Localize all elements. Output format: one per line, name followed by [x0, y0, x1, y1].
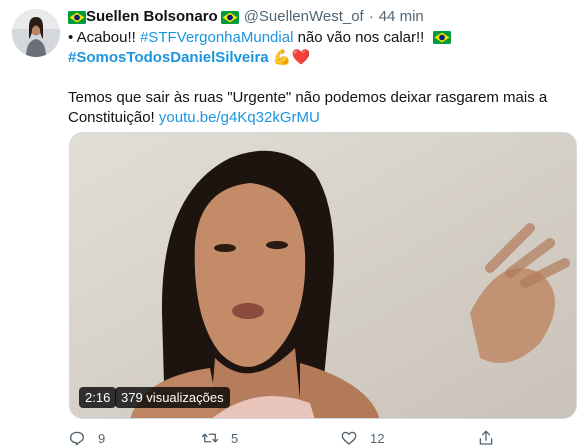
- text-segment: • Acabou!!: [68, 29, 140, 46]
- text-segment: Constituição!: [68, 109, 159, 126]
- brazil-flag-icon: [432, 31, 451, 44]
- tweet-text: • Acabou!! #STFVergonhaMundial não vão n…: [68, 28, 568, 128]
- video-views-badge: 379 visualizações: [115, 387, 230, 408]
- text-segment: Temos que sair às ruas "Urgente" não pod…: [68, 89, 548, 106]
- hashtag-link[interactable]: #SomosTodosDanielSilveira: [68, 49, 269, 66]
- tweet-line-2: #SomosTodosDanielSilveira 💪❤️: [68, 48, 568, 68]
- tweet-line-3: Temos que sair às ruas "Urgente" não pod…: [68, 88, 568, 108]
- brazil-flag-icon: [68, 10, 86, 24]
- author-handle[interactable]: @SuellenWest_of: [244, 7, 364, 27]
- reply-button[interactable]: 9: [68, 428, 105, 448]
- reply-count: 9: [98, 430, 106, 446]
- hashtag-link[interactable]: #STFVergonhaMundial: [140, 29, 293, 46]
- avatar-photo: [12, 9, 60, 57]
- like-icon: [341, 431, 357, 445]
- share-button[interactable]: [477, 428, 495, 448]
- share-icon: [479, 430, 493, 445]
- tweet: Suellen Bolsonaro @SuellenWest_of · 44 m…: [0, 0, 585, 448]
- retweet-icon: [201, 433, 219, 443]
- video-thumbnail: [70, 133, 576, 418]
- like-button[interactable]: 12: [340, 428, 384, 448]
- text-segment: não vão nos calar!!: [293, 29, 425, 46]
- tweet-actions: 9 5 12: [68, 428, 568, 448]
- separator-dot: ·: [368, 8, 374, 25]
- reply-icon: [69, 431, 85, 446]
- url-link[interactable]: youtu.be/g4Kq32kGrMU: [159, 109, 320, 126]
- avatar[interactable]: [12, 9, 60, 57]
- video-player[interactable]: 2:16 379 visualizações: [69, 132, 577, 419]
- retweet-button[interactable]: 5: [201, 428, 238, 448]
- brazil-flag-icon: [220, 10, 239, 24]
- tweet-line-4: Constituição! youtu.be/g4Kq32kGrMU: [68, 108, 568, 128]
- tweet-line-1: • Acabou!! #STFVergonhaMundial não vão n…: [68, 28, 568, 48]
- tweet-header: Suellen Bolsonaro @SuellenWest_of · 44 m…: [68, 7, 424, 27]
- tweet-timestamp[interactable]: 44 min: [379, 7, 424, 27]
- retweet-count: 5: [231, 430, 239, 446]
- like-count: 12: [370, 430, 385, 446]
- emoji-text: 💪❤️: [272, 49, 311, 66]
- video-duration-badge: 2:16: [79, 387, 117, 408]
- author-name[interactable]: Suellen Bolsonaro: [86, 7, 218, 27]
